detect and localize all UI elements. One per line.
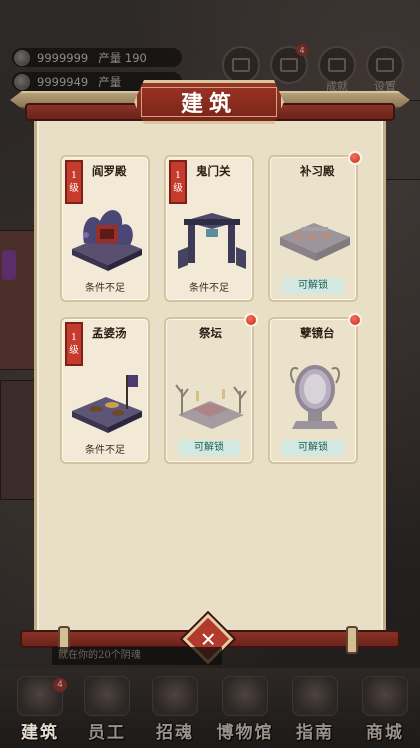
gem-icon bbox=[14, 73, 30, 90]
red-dot-indicator bbox=[244, 313, 258, 327]
nav-label: 指南 bbox=[296, 723, 334, 743]
building-illustration bbox=[178, 213, 246, 269]
hint-text: 就在你的20个阴魂 bbox=[52, 647, 222, 665]
building-name: 阎罗殿 bbox=[92, 164, 127, 178]
nav-label: 招魂 bbox=[156, 723, 194, 743]
nav-shop[interactable]: 商城 bbox=[350, 668, 420, 748]
nav-museum[interactable]: 博物馆 bbox=[210, 668, 280, 748]
building-card-jitan[interactable]: 祭坛 可解锁 bbox=[164, 313, 258, 464]
book-icon bbox=[280, 58, 298, 72]
notification-badge: 4 bbox=[53, 678, 67, 692]
building-name: 补习殿 bbox=[300, 164, 335, 178]
nav-guide[interactable]: 指南 bbox=[280, 668, 350, 748]
dialog-title-plaque: 建筑 bbox=[134, 80, 284, 124]
gear-icon bbox=[376, 58, 394, 72]
summon-icon bbox=[152, 676, 198, 716]
building-name: 孽镜台 bbox=[300, 326, 335, 340]
resource-rate: 产量 190 bbox=[98, 50, 147, 65]
museum-icon bbox=[222, 676, 268, 716]
building-illustration bbox=[290, 365, 340, 429]
building-illustration bbox=[175, 384, 247, 429]
scroll-icon bbox=[328, 58, 346, 72]
building-status: 条件不足 bbox=[189, 283, 229, 294]
nav-label: 商城 bbox=[366, 723, 404, 743]
unlock-button[interactable]: 可解锁 bbox=[282, 278, 344, 294]
resource-amount: 9999949 bbox=[37, 74, 89, 89]
building-name: 祭坛 bbox=[199, 326, 222, 340]
nav-staff[interactable]: 员工 bbox=[72, 668, 142, 748]
coin-icon bbox=[14, 49, 30, 66]
building-illustration bbox=[72, 210, 142, 271]
book-button[interactable]: 4 bbox=[270, 44, 308, 84]
rod-cap bbox=[346, 626, 358, 654]
nav-label: 建筑 bbox=[21, 723, 59, 743]
building-status: 条件不足 bbox=[85, 283, 125, 294]
staff-icon bbox=[84, 676, 130, 716]
nav-label: 员工 bbox=[88, 723, 126, 743]
building-card-niejingtai[interactable]: 孽镜台 可解锁 bbox=[268, 313, 362, 464]
building-card-guimenguan[interactable]: 1级 鬼门关 条件不足 bbox=[164, 155, 254, 302]
achievement-button[interactable]: 成就 bbox=[318, 46, 356, 93]
background-lantern bbox=[2, 250, 16, 280]
building-illustration bbox=[280, 223, 350, 261]
dialog-title: 建筑 bbox=[180, 91, 237, 117]
building-card-yanluodian[interactable]: 1级 阎罗殿 条件不足 bbox=[60, 155, 150, 302]
building-illustration bbox=[72, 375, 142, 433]
building-card-buxidian[interactable]: 补习殿 可解锁 bbox=[268, 151, 362, 302]
nav-label: 博物馆 bbox=[216, 723, 274, 743]
unlock-button[interactable]: 可解锁 bbox=[282, 440, 344, 456]
red-dot-indicator bbox=[348, 151, 362, 165]
resource-rate: 产量 bbox=[98, 74, 122, 89]
nav-building[interactable]: 4 建筑 bbox=[5, 668, 75, 748]
lotus-button[interactable] bbox=[222, 46, 260, 84]
settings-button[interactable]: 设置 bbox=[366, 46, 404, 93]
resource-bar-coins: 9999999 产量 190 bbox=[12, 48, 182, 67]
guide-icon bbox=[292, 676, 338, 716]
notification-badge: 4 bbox=[296, 44, 308, 56]
building-status: 条件不足 bbox=[85, 445, 125, 456]
building-name: 孟婆汤 bbox=[92, 326, 127, 340]
building-name: 鬼门关 bbox=[196, 164, 231, 178]
lotus-icon bbox=[232, 58, 250, 72]
building-card-mengpotang[interactable]: 1级 孟婆汤 条件不足 bbox=[60, 317, 150, 464]
bottom-nav: 4 建筑 员工 招魂 博物馆 指南 商城 bbox=[0, 668, 420, 748]
shop-icon bbox=[362, 676, 408, 716]
resource-amount: 9999999 bbox=[37, 50, 89, 65]
red-dot-indicator bbox=[348, 313, 362, 327]
unlock-button[interactable]: 可解锁 bbox=[178, 440, 240, 456]
nav-summon[interactable]: 招魂 bbox=[140, 668, 210, 748]
